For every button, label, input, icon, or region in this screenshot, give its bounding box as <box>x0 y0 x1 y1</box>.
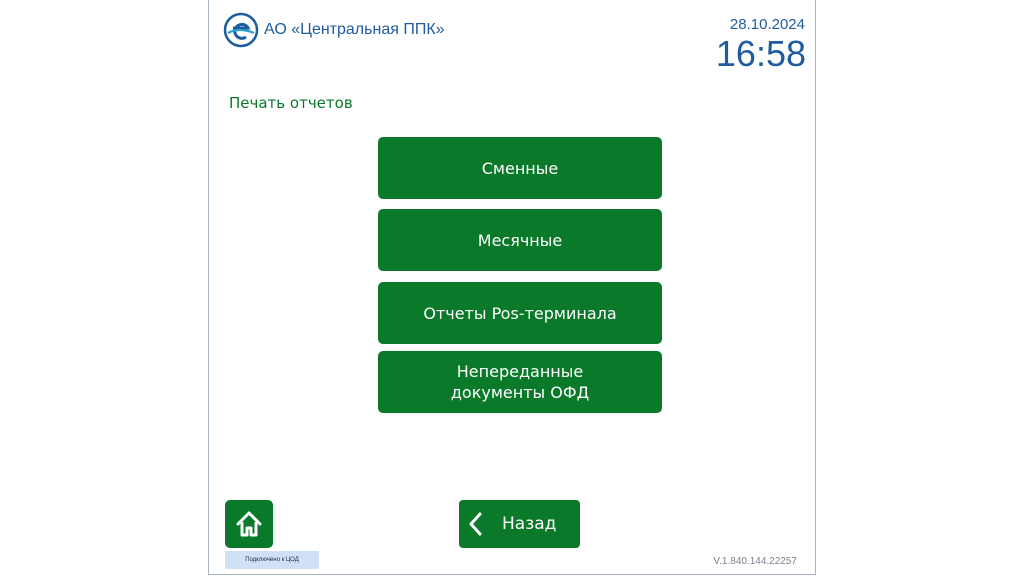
page-title: Печать отчетов <box>229 94 353 112</box>
chevron-left-icon <box>469 512 482 536</box>
shift-reports-button[interactable]: Сменные <box>378 137 662 199</box>
pos-terminal-reports-button[interactable]: Отчеты Pos-терминала <box>378 282 662 344</box>
monthly-reports-button[interactable]: Месячные <box>378 209 662 271</box>
company-name: АО «Центральная ППК» <box>264 21 445 38</box>
unsent-ofd-documents-button[interactable]: Непереданные документы ОФД <box>378 351 662 413</box>
version-label: V.1.840.144.22257 <box>713 556 797 567</box>
back-button-label: Назад <box>502 514 557 534</box>
current-time: 16:58 <box>715 33 806 74</box>
home-icon <box>236 511 262 537</box>
home-button[interactable] <box>225 500 273 548</box>
app-window: АО «Центральная ППК» 28.10.2024 16:58 Пе… <box>208 0 816 575</box>
eppk-logo-icon <box>223 12 259 48</box>
back-button[interactable]: Назад <box>459 500 580 548</box>
current-date: 28.10.2024 <box>729 16 805 33</box>
company-logo: АО «Центральная ППК» <box>223 12 445 48</box>
connection-status-badge: Подключено к ЦОД <box>225 551 319 569</box>
